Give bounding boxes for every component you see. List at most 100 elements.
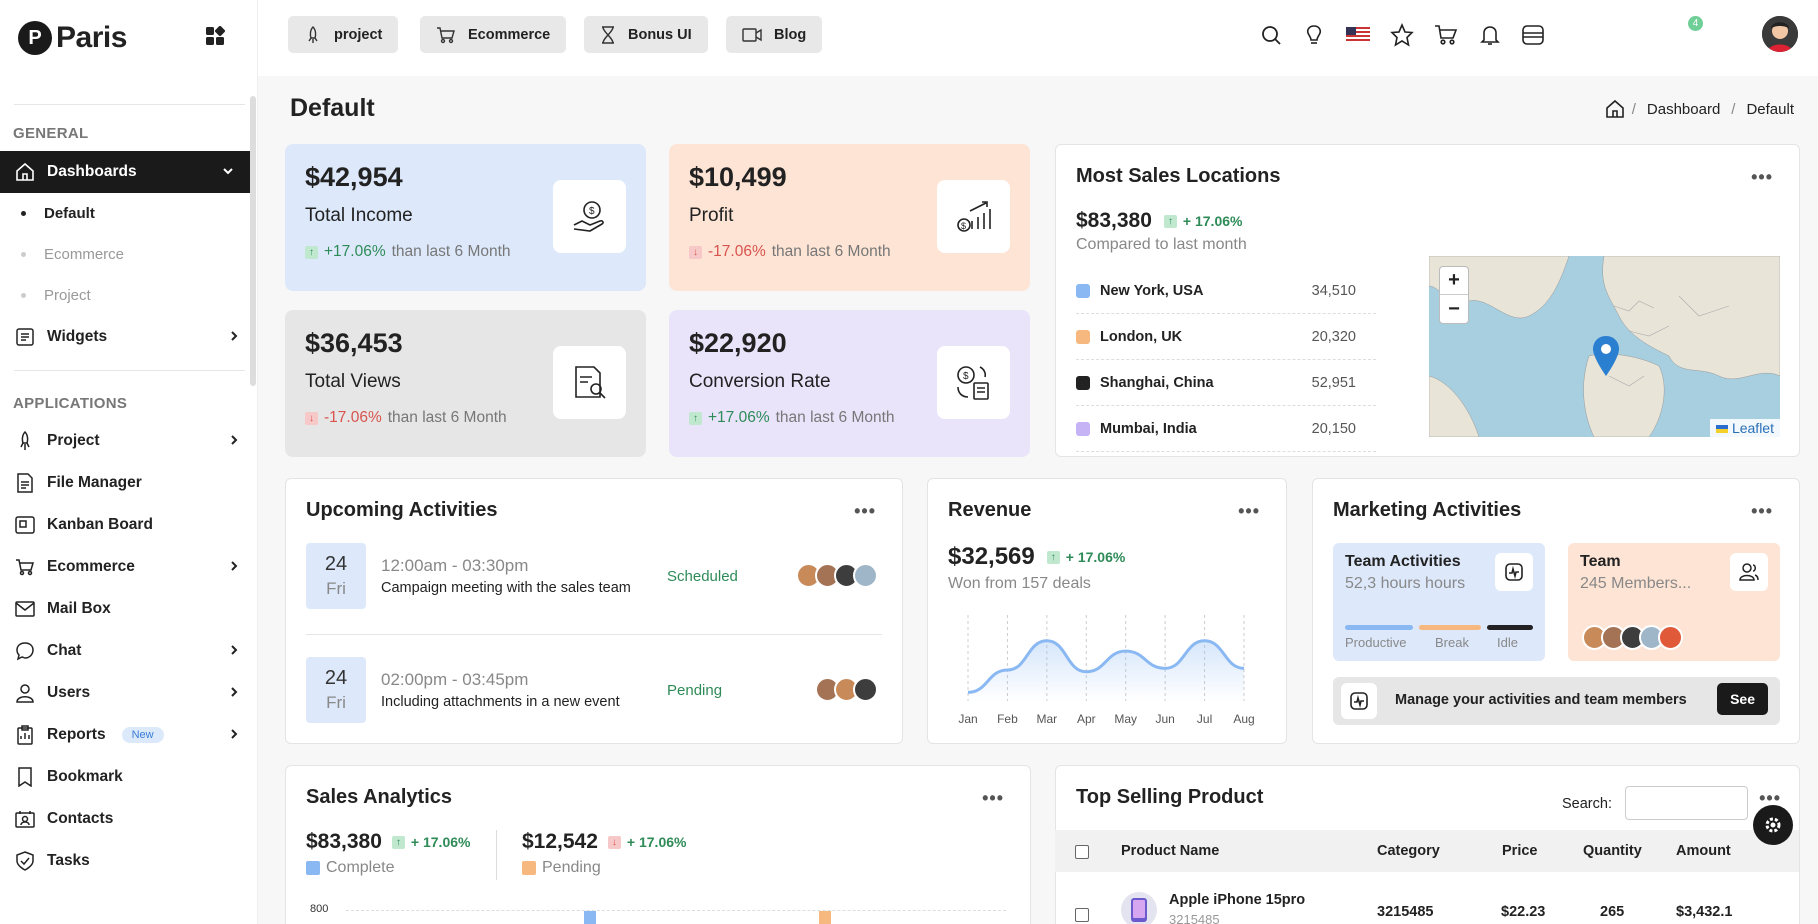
sidebar-item-contacts[interactable]: Contacts — [0, 798, 257, 840]
location-row[interactable]: Mumbai, India 20,150 — [1076, 406, 1376, 452]
col-product-name[interactable]: Product Name — [1121, 843, 1219, 859]
team-activities-title: Team Activities — [1345, 553, 1461, 570]
cart-icon — [437, 26, 455, 43]
header-button-ecommerce[interactable]: Ecommerce — [420, 16, 567, 53]
breadcrumb-separator: / — [1731, 100, 1736, 118]
attendee-avatar — [853, 563, 878, 588]
col-price[interactable]: Price — [1502, 843, 1537, 859]
header-button-project[interactable]: project — [288, 16, 399, 53]
col-quantity[interactable]: Quantity — [1583, 843, 1642, 859]
search-icon[interactable] — [1258, 22, 1284, 48]
cart-icon[interactable] — [1433, 22, 1459, 48]
sidebar-scrollbar[interactable] — [250, 96, 256, 386]
sidebar-item-bookmark[interactable]: Bookmark — [0, 756, 257, 798]
svg-text:$: $ — [589, 206, 595, 217]
breadcrumb-separator: / — [1631, 100, 1636, 118]
sidebar-item-kanban-board[interactable]: Kanban Board — [0, 504, 257, 546]
tasks-icon — [14, 850, 36, 872]
stat-card-profit[interactable]: $10,499 Profit ↓ -17.06% than last 6 Month $ — [669, 144, 1030, 291]
sidebar-sub-ecommerce[interactable]: Ecommerce — [0, 234, 257, 275]
more-options-icon[interactable]: ••• — [854, 501, 876, 522]
sidebar-item-tasks[interactable]: Tasks — [0, 840, 257, 882]
users-icon — [14, 682, 36, 704]
map-pin-icon[interactable] — [1593, 336, 1619, 376]
sales-analytics-card: Sales Analytics ••• $83,380 ↑ + 17.06% Co… — [285, 765, 1031, 924]
sidebar-item-reports[interactable]: Reports New — [0, 714, 257, 756]
sidebar-item-label: Widgets — [47, 328, 108, 345]
locations-pct: + 17.06% — [1182, 213, 1243, 229]
grid-icon[interactable] — [205, 26, 225, 46]
stat-suffix: than last 6 Month — [771, 243, 891, 260]
more-options-icon[interactable]: ••• — [1751, 167, 1773, 188]
more-options-icon[interactable]: ••• — [982, 788, 1004, 809]
sidebar-item-file-manager[interactable]: File Manager — [0, 462, 257, 504]
chevron-right-icon — [227, 643, 241, 657]
user-avatar[interactable] — [1762, 16, 1798, 52]
header-button-label: Bonus UI — [628, 26, 692, 43]
productive-bar — [1345, 625, 1413, 630]
sidebar-item-chat[interactable]: Chat — [0, 630, 257, 672]
more-options-icon[interactable]: ••• — [1751, 501, 1773, 522]
y-axis-tick: 800 — [310, 903, 329, 915]
activity-status: Scheduled — [667, 568, 738, 585]
team-avatars[interactable] — [1582, 625, 1683, 650]
lightbulb-icon[interactable] — [1301, 22, 1327, 48]
location-row[interactable]: London, UK 20,320 — [1076, 314, 1376, 360]
layout-icon[interactable] — [1520, 22, 1546, 48]
divider — [496, 830, 497, 880]
activity-description: Campaign meeting with the sales team — [381, 580, 631, 596]
us-flag-icon[interactable] — [1345, 22, 1371, 48]
top-header: project Ecommerce Bonus UI Blog 4 — [258, 0, 1818, 76]
sidebar-item-label: Mail Box — [47, 600, 111, 617]
sidebar-item-mail-box[interactable]: Mail Box — [0, 588, 257, 630]
team-box[interactable]: Team 245 Members... — [1568, 543, 1780, 661]
team-subtitle: 245 Members... — [1580, 575, 1692, 592]
see-button[interactable]: See — [1717, 683, 1768, 715]
sidebar-item-dashboards[interactable]: Dashboards — [0, 151, 251, 193]
col-category[interactable]: Category — [1377, 843, 1440, 859]
sidebar-item-project[interactable]: Project — [0, 420, 257, 462]
sidebar-sub-default[interactable]: Default — [0, 193, 257, 234]
header-button-blog[interactable]: Blog — [726, 16, 823, 53]
file-manager-icon — [14, 472, 36, 494]
more-options-icon[interactable]: ••• — [1238, 501, 1260, 522]
zoom-in-button[interactable]: + — [1440, 267, 1468, 295]
bell-icon[interactable] — [1477, 22, 1503, 48]
row-checkbox[interactable] — [1075, 908, 1089, 922]
conversion-rate-icon: $ — [937, 346, 1010, 419]
sidebar-item-widgets[interactable]: Widgets — [0, 316, 257, 358]
stat-card-conversion-rate[interactable]: $22,920 Conversion Rate ↑ +17.06% than last … — [669, 310, 1030, 457]
card-title: Revenue — [948, 499, 1032, 521]
table-search-input[interactable] — [1625, 786, 1748, 820]
sales-map[interactable]: + − Leaflet — [1429, 256, 1780, 437]
activity-avatars[interactable] — [815, 677, 878, 702]
sidebar-sub-project[interactable]: Project — [0, 275, 257, 316]
zoom-out-button[interactable]: − — [1440, 295, 1468, 323]
sidebar-item-users[interactable]: Users — [0, 672, 257, 714]
stat-card-total-income[interactable]: $42,954 Total Income ↑ +17.06% than last 6 M… — [285, 144, 646, 291]
location-row[interactable]: Shanghai, China 52,951 — [1076, 360, 1376, 406]
location-name: New York, USA — [1100, 282, 1204, 299]
logo-mark: P — [18, 21, 52, 55]
revenue-chart: Jan Feb Mar Apr May Jun Jul Aug — [958, 615, 1255, 726]
breadcrumb: / Dashboard / Default — [1605, 99, 1798, 119]
table-row[interactable]: Apple iPhone 15pro 3215485 3215485 $22.2… — [1055, 872, 1799, 924]
settings-gear-icon[interactable] — [1753, 805, 1793, 845]
activity-avatars[interactable] — [796, 563, 878, 588]
home-icon[interactable] — [1605, 99, 1625, 119]
total-views-icon — [553, 346, 626, 419]
section-general: GENERAL — [13, 125, 89, 142]
location-row[interactable]: New York, USA 34,510 — [1076, 268, 1376, 314]
header-button-bonus-ui[interactable]: Bonus UI — [584, 16, 708, 53]
col-amount[interactable]: Amount — [1676, 843, 1731, 859]
select-all-checkbox[interactable] — [1075, 845, 1089, 859]
sidebar-item-label: Contacts — [47, 810, 114, 827]
upcoming-activities-card: Upcoming Activities ••• 24 Fri 12:00am - 0… — [285, 478, 903, 744]
breadcrumb-dashboard[interactable]: Dashboard — [1647, 101, 1720, 118]
star-icon[interactable] — [1389, 22, 1415, 48]
team-activities-box[interactable]: Team Activities 52,3 hours hours Product… — [1333, 543, 1545, 661]
leaflet-attribution[interactable]: Leaflet — [1709, 419, 1780, 437]
sidebar-item-ecommerce[interactable]: Ecommerce — [0, 546, 257, 588]
stat-card-total-views[interactable]: $36,453 Total Views ↓ -17.06% than last 6 Mo… — [285, 310, 646, 457]
locations-subtitle: Compared to last month — [1076, 236, 1247, 253]
